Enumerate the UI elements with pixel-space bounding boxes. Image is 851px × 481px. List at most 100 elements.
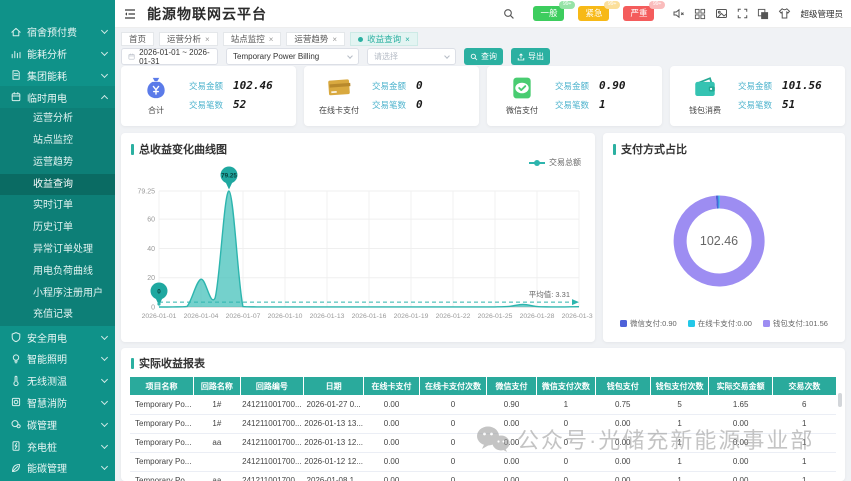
svg-text:20: 20 bbox=[147, 275, 155, 282]
close-icon[interactable]: × bbox=[332, 35, 337, 44]
sidebar-item[interactable]: 集团能耗 bbox=[0, 65, 115, 87]
view-tab[interactable]: 首页 bbox=[121, 32, 154, 46]
svg-text:79.25: 79.25 bbox=[137, 189, 155, 196]
sidebar-subitem[interactable]: 异常订单处理 bbox=[0, 239, 115, 261]
metric-label: 交易笔数 bbox=[555, 99, 589, 111]
topbar-actions: 一般99+ 紧急99+ 严重99+ 超级管理员 bbox=[503, 6, 851, 20]
chevron-icon bbox=[101, 463, 108, 470]
svg-text:102.46: 102.46 bbox=[700, 234, 738, 248]
username[interactable]: 超级管理员 bbox=[800, 8, 843, 20]
date-range-input[interactable]: 2026-01-01 ~ 2026-01-31 bbox=[121, 48, 218, 65]
sidebar-subitem[interactable]: 运营分析 bbox=[0, 108, 115, 130]
table-cell: 1 bbox=[537, 395, 596, 414]
sidebar-item[interactable]: 智慧消防 bbox=[0, 392, 115, 414]
table-cell: 1 bbox=[772, 433, 836, 452]
billing-type-select[interactable]: Temporary Power Billing bbox=[226, 48, 359, 65]
wallet-icon bbox=[692, 93, 718, 104]
table-cell: 0.00 bbox=[486, 414, 536, 433]
area-chart[interactable]: 020406079.252026-01-012026-01-042026-01-… bbox=[123, 157, 593, 340]
sidebar-subitem[interactable]: 用电负荷曲线 bbox=[0, 261, 115, 283]
close-icon[interactable]: × bbox=[269, 35, 274, 44]
search-icon[interactable] bbox=[503, 8, 515, 20]
alarm-tag[interactable]: 严重99+ bbox=[623, 6, 654, 20]
metric-value: 0 bbox=[416, 98, 423, 111]
sidebar-subitem[interactable]: 实时订单 bbox=[0, 195, 115, 217]
sidebar-submenu: 运营分析站点监控运营趋势收益查询实时订单历史订单异常订单处理用电负荷曲线小程序注… bbox=[0, 108, 115, 326]
svg-text:2026-01-31: 2026-01-31 bbox=[562, 313, 593, 320]
sidebar-subitem[interactable]: 站点监控 bbox=[0, 130, 115, 152]
shield-icon bbox=[10, 331, 22, 343]
alarm-tag[interactable]: 紧急99+ bbox=[578, 6, 609, 20]
table-cell: 241211001700... bbox=[240, 471, 304, 481]
charger-icon bbox=[10, 440, 22, 452]
sidebar-item[interactable]: 临时用电 bbox=[0, 86, 115, 108]
svg-text:2026-01-10: 2026-01-10 bbox=[268, 313, 303, 320]
view-tab[interactable]: 运营分析× bbox=[159, 32, 218, 46]
table-cell: 0.00 bbox=[595, 471, 650, 481]
chevron-icon bbox=[101, 376, 108, 383]
view-tab[interactable]: 站点监控× bbox=[223, 32, 282, 46]
moneybag-icon bbox=[143, 93, 169, 104]
table-cell: 1# bbox=[194, 395, 241, 414]
table-cell: 241211001700... bbox=[240, 414, 304, 433]
chevron-icon bbox=[101, 398, 108, 405]
carbon-icon bbox=[10, 418, 22, 430]
table-cell: 0.00 bbox=[709, 433, 773, 452]
table-scrollbar[interactable] bbox=[838, 393, 842, 407]
table-row[interactable]: Temporary Po...1#241211001700...2026-01-… bbox=[130, 414, 836, 433]
sidebar-subitem[interactable]: 小程序注册用户 bbox=[0, 283, 115, 305]
export-button[interactable]: 导出 bbox=[511, 48, 550, 65]
table-row[interactable]: Temporary Po...241211001700...2026-01-12… bbox=[130, 452, 836, 471]
grid-icon[interactable] bbox=[694, 8, 706, 20]
sidebar-item[interactable]: 能碳管理 bbox=[0, 457, 115, 479]
layout-icon[interactable] bbox=[757, 8, 769, 20]
sidebar-item[interactable]: 宿舍预付费 bbox=[0, 21, 115, 43]
theme-icon[interactable] bbox=[778, 7, 791, 20]
metric-value: 52 bbox=[233, 98, 246, 111]
table-row[interactable]: Temporary Po...aa241211001700...2026-01-… bbox=[130, 471, 836, 481]
chevron-icon bbox=[101, 441, 108, 448]
close-icon[interactable]: × bbox=[205, 35, 210, 44]
sidebar-subitem[interactable]: 收益查询 bbox=[0, 174, 115, 196]
sidebar-item[interactable]: 充电桩 bbox=[0, 435, 115, 457]
table-row[interactable]: Temporary Po...1#241211001700...2026-01-… bbox=[130, 395, 836, 414]
active-dot bbox=[358, 37, 363, 42]
close-icon[interactable]: × bbox=[405, 35, 410, 44]
bulb-icon bbox=[10, 353, 22, 365]
view-tab[interactable]: 运营趋势× bbox=[286, 32, 345, 46]
sidebar-item[interactable]: 能耗分析 bbox=[0, 43, 115, 65]
sidebar-subitem[interactable]: 充值记录 bbox=[0, 304, 115, 326]
sidebar-item[interactable]: 智能照明 bbox=[0, 348, 115, 370]
mute-icon[interactable] bbox=[672, 7, 685, 20]
legend-item[interactable]: 在线卡支付:0.00 bbox=[688, 318, 752, 329]
query-button[interactable]: 查询 bbox=[464, 48, 503, 65]
table-row[interactable]: Temporary Po...aa241211001700...2026-01-… bbox=[130, 433, 836, 452]
metric-value: 51 bbox=[782, 98, 795, 111]
svg-text:2026-01-22: 2026-01-22 bbox=[436, 313, 471, 320]
svg-text:2026-01-07: 2026-01-07 bbox=[226, 313, 261, 320]
table-cell: 1 bbox=[772, 452, 836, 471]
table-cell: 0.00 bbox=[709, 414, 773, 433]
sidebar-subitem[interactable]: 历史订单 bbox=[0, 217, 115, 239]
sidebar-item[interactable]: 无线测温 bbox=[0, 370, 115, 392]
sidebar-item[interactable]: 碳管理 bbox=[0, 413, 115, 435]
legend-item[interactable]: 钱包支付:101.56 bbox=[763, 318, 828, 329]
metric-label: 交易笔数 bbox=[738, 99, 772, 111]
legend-swatch bbox=[688, 320, 695, 327]
card-name: 在线卡支付 bbox=[318, 105, 360, 116]
legend-item[interactable]: 微信支付:0.90 bbox=[620, 318, 677, 329]
table-cell: 0 bbox=[537, 433, 596, 452]
svg-text:2026-01-25: 2026-01-25 bbox=[478, 313, 513, 320]
stat-card: 在线卡支付 交易金额0交易笔数0 bbox=[304, 66, 479, 126]
donut-chart[interactable]: 102.46 bbox=[603, 159, 845, 320]
sidebar-item[interactable]: 安全用电 bbox=[0, 326, 115, 348]
screenshot-icon[interactable] bbox=[715, 7, 728, 20]
alarm-tags: 一般99+ 紧急99+ 严重99+ bbox=[533, 6, 654, 20]
sidebar-subitem[interactable]: 运营趋势 bbox=[0, 152, 115, 174]
collapse-menu-icon[interactable] bbox=[123, 7, 137, 21]
alarm-tag[interactable]: 一般99+ bbox=[533, 6, 564, 20]
fullscreen-icon[interactable] bbox=[737, 8, 748, 19]
table-cell: Temporary Po... bbox=[130, 433, 194, 452]
view-tab[interactable]: 收益查询× bbox=[350, 32, 418, 46]
loop-select[interactable]: 请选择 bbox=[367, 48, 456, 65]
